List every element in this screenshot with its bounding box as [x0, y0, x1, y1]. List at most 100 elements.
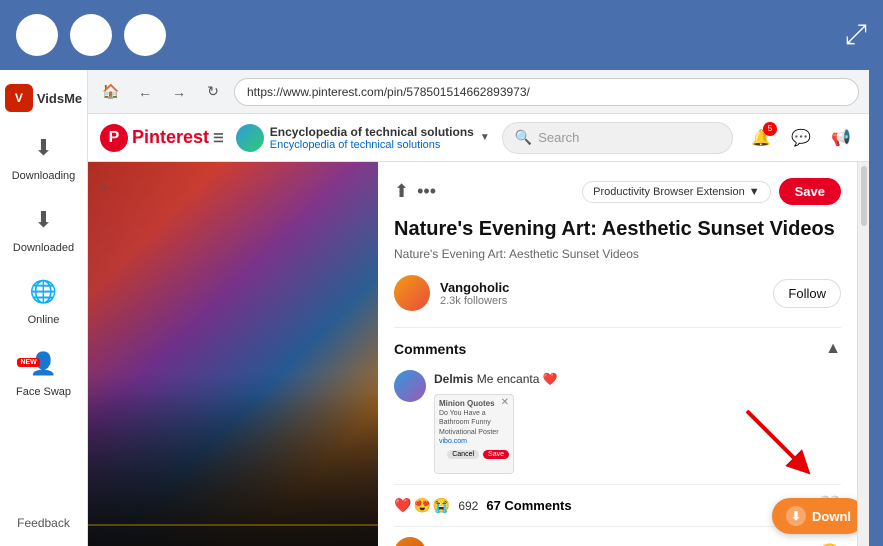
comment-username: Delmis [434, 372, 473, 386]
search-icon: 🔍 [515, 129, 532, 146]
pin-content: ← ⬆ ••• Productivity Browser Extension ▼… [88, 162, 869, 546]
top-bar: ⤢ [0, 0, 883, 70]
author-avatar [394, 275, 430, 311]
emoji-picker-button[interactable]: 😊 [819, 543, 841, 546]
pin-subtitle: Nature's Evening Art: Aesthetic Sunset V… [394, 247, 841, 261]
scrollbar[interactable] [857, 162, 869, 546]
popup-close-button[interactable]: ✕ [501, 397, 509, 408]
ground-overlay [88, 373, 378, 546]
refresh-button[interactable]: ↻ [200, 79, 226, 105]
url-bar[interactable] [234, 78, 859, 106]
comment-item: Delmis Me encanta ❤️ ✕ Minion Quotes Do … [394, 370, 841, 474]
download-arrow-icon: ⬇ [26, 130, 62, 166]
sidebar-item-downloaded[interactable]: ⬇ Downloaded [4, 194, 84, 262]
expand-icon[interactable]: ⤢ [845, 19, 867, 52]
pinterest-logo[interactable]: P Pinterest ☰ [100, 124, 224, 152]
window-control-1[interactable] [16, 14, 58, 56]
sidebar-faceswap-label: Face Swap [16, 386, 71, 398]
new-badge: NEW [17, 358, 39, 367]
sidebar: V VidsMe ⬇ Downloading ⬇ Downloaded 🌐 On… [0, 70, 88, 546]
search-placeholder: Search [538, 130, 579, 145]
notif-badge: 5 [763, 122, 777, 136]
reaction-count: 692 [458, 499, 478, 513]
popup-title: Minion Quotes [439, 399, 509, 409]
popup-actions: Cancel Save [439, 450, 509, 459]
download-button[interactable]: ⬇ Downl [772, 498, 857, 534]
profile-name: Encyclopedia of technical solutions [270, 125, 474, 139]
popup-link: vibo.com [439, 437, 509, 446]
comment-popup: ✕ Minion Quotes Do You Have a Bathroom F… [434, 394, 514, 474]
extension-button[interactable]: Productivity Browser Extension ▼ [582, 181, 771, 203]
heart-emoji: ❤️ [394, 497, 411, 514]
pin-title: Nature's Evening Art: Aesthetic Sunset V… [394, 217, 841, 241]
megaphone-button[interactable]: 📢 [825, 122, 857, 154]
comments-title: Comments [394, 341, 466, 357]
pinterest-search-bar[interactable]: 🔍 Search [502, 122, 733, 154]
save-button[interactable]: Save [779, 178, 841, 205]
sidebar-item-online[interactable]: 🌐 Online [4, 266, 84, 334]
more-options-button[interactable]: ••• [417, 181, 436, 202]
notifications-button[interactable]: 🔔 5 [745, 122, 777, 154]
road-line [88, 524, 378, 526]
collapse-icon[interactable]: ▲ [825, 340, 841, 358]
pinterest-header: P Pinterest ☰ Encyclopedia of technical … [88, 114, 869, 162]
sidebar-downloading-label: Downloading [12, 170, 76, 182]
heart-eyes-emoji: 😍 [413, 497, 430, 514]
window-control-3[interactable] [124, 14, 166, 56]
profile-avatar [236, 124, 264, 152]
pinterest-text: Pinterest [132, 127, 209, 148]
pin-image [88, 162, 378, 546]
popup-body: Do You Have a Bathroom Funny Motivationa… [439, 409, 509, 436]
comments-count: 67 Comments [486, 498, 571, 513]
home-button[interactable]: 🏠 [98, 79, 124, 105]
pin-author: Vangoholic 2.3k followers Follow [394, 275, 841, 311]
profile-subname: Encyclopedia of technical solutions [270, 139, 474, 151]
pinterest-icon: P [100, 124, 128, 152]
add-comment-row: 😊 [394, 537, 841, 546]
back-button[interactable]: ← [132, 79, 158, 105]
profile-chevron-icon: ▼ [480, 132, 490, 143]
pinterest-page: P Pinterest ☰ Encyclopedia of technical … [88, 114, 869, 546]
main-layout: V VidsMe ⬇ Downloading ⬇ Downloaded 🌐 On… [0, 70, 883, 546]
author-name: Vangoholic [440, 280, 509, 295]
browser-toolbar: 🏠 ← → ↻ [88, 70, 869, 114]
vidsme-logo: V VidsMe [0, 78, 88, 118]
comment-avatar [394, 370, 426, 402]
author-info: Vangoholic 2.3k followers [440, 280, 509, 307]
header-icons: 🔔 5 💬 📢 [745, 122, 857, 154]
window-control-2[interactable] [70, 14, 112, 56]
comment-content: Delmis Me encanta ❤️ ✕ Minion Quotes Do … [434, 370, 558, 474]
share-icon[interactable]: ⬆ [394, 181, 409, 202]
comments-header: Comments ▲ [394, 340, 841, 358]
pinterest-profile[interactable]: Encyclopedia of technical solutions Ency… [236, 124, 490, 152]
download-overlay: ⬇ Downl [772, 498, 857, 534]
follow-button[interactable]: Follow [773, 279, 841, 308]
sob-emoji: 😭 [433, 497, 450, 514]
sidebar-item-face-swap[interactable]: NEW 👤 Face Swap [4, 338, 84, 406]
sidebar-item-downloading[interactable]: ⬇ Downloading [4, 122, 84, 190]
face-swap-icon-area: NEW 👤 [26, 346, 62, 382]
author-followers: 2.3k followers [440, 295, 509, 307]
extension-label: Productivity Browser Extension [593, 186, 745, 198]
commenter-avatar [394, 537, 426, 546]
forward-button[interactable]: → [166, 79, 192, 105]
download-label: Downl [812, 509, 851, 524]
messages-button[interactable]: 💬 [785, 122, 817, 154]
download-circle-icon: ⬇ [786, 506, 806, 526]
vidsme-name: VidsMe [37, 91, 82, 106]
popup-cancel-button[interactable]: Cancel [447, 450, 479, 459]
sidebar-online-label: Online [28, 314, 60, 326]
popup-save-button[interactable]: Save [483, 450, 509, 459]
emoji-reactions: ❤️ 😍 😭 [394, 497, 450, 514]
browser-area: 🏠 ← → ↻ P Pinterest ☰ Encyclopedia of te… [88, 70, 869, 546]
comment-text: Delmis Me encanta ❤️ [434, 372, 558, 386]
scrollbar-thumb[interactable] [861, 166, 867, 226]
pinterest-menu-icon[interactable]: ☰ [213, 131, 224, 145]
window-controls [16, 14, 166, 56]
comment-body: Me encanta ❤️ [477, 372, 558, 386]
pin-back-button[interactable]: ← [98, 174, 118, 197]
pin-details: ⬆ ••• Productivity Browser Extension ▼ S… [378, 162, 857, 546]
vidsme-icon: V [5, 84, 33, 112]
downloaded-icon: ⬇ [26, 202, 62, 238]
sidebar-feedback[interactable]: Feedback [17, 516, 70, 530]
